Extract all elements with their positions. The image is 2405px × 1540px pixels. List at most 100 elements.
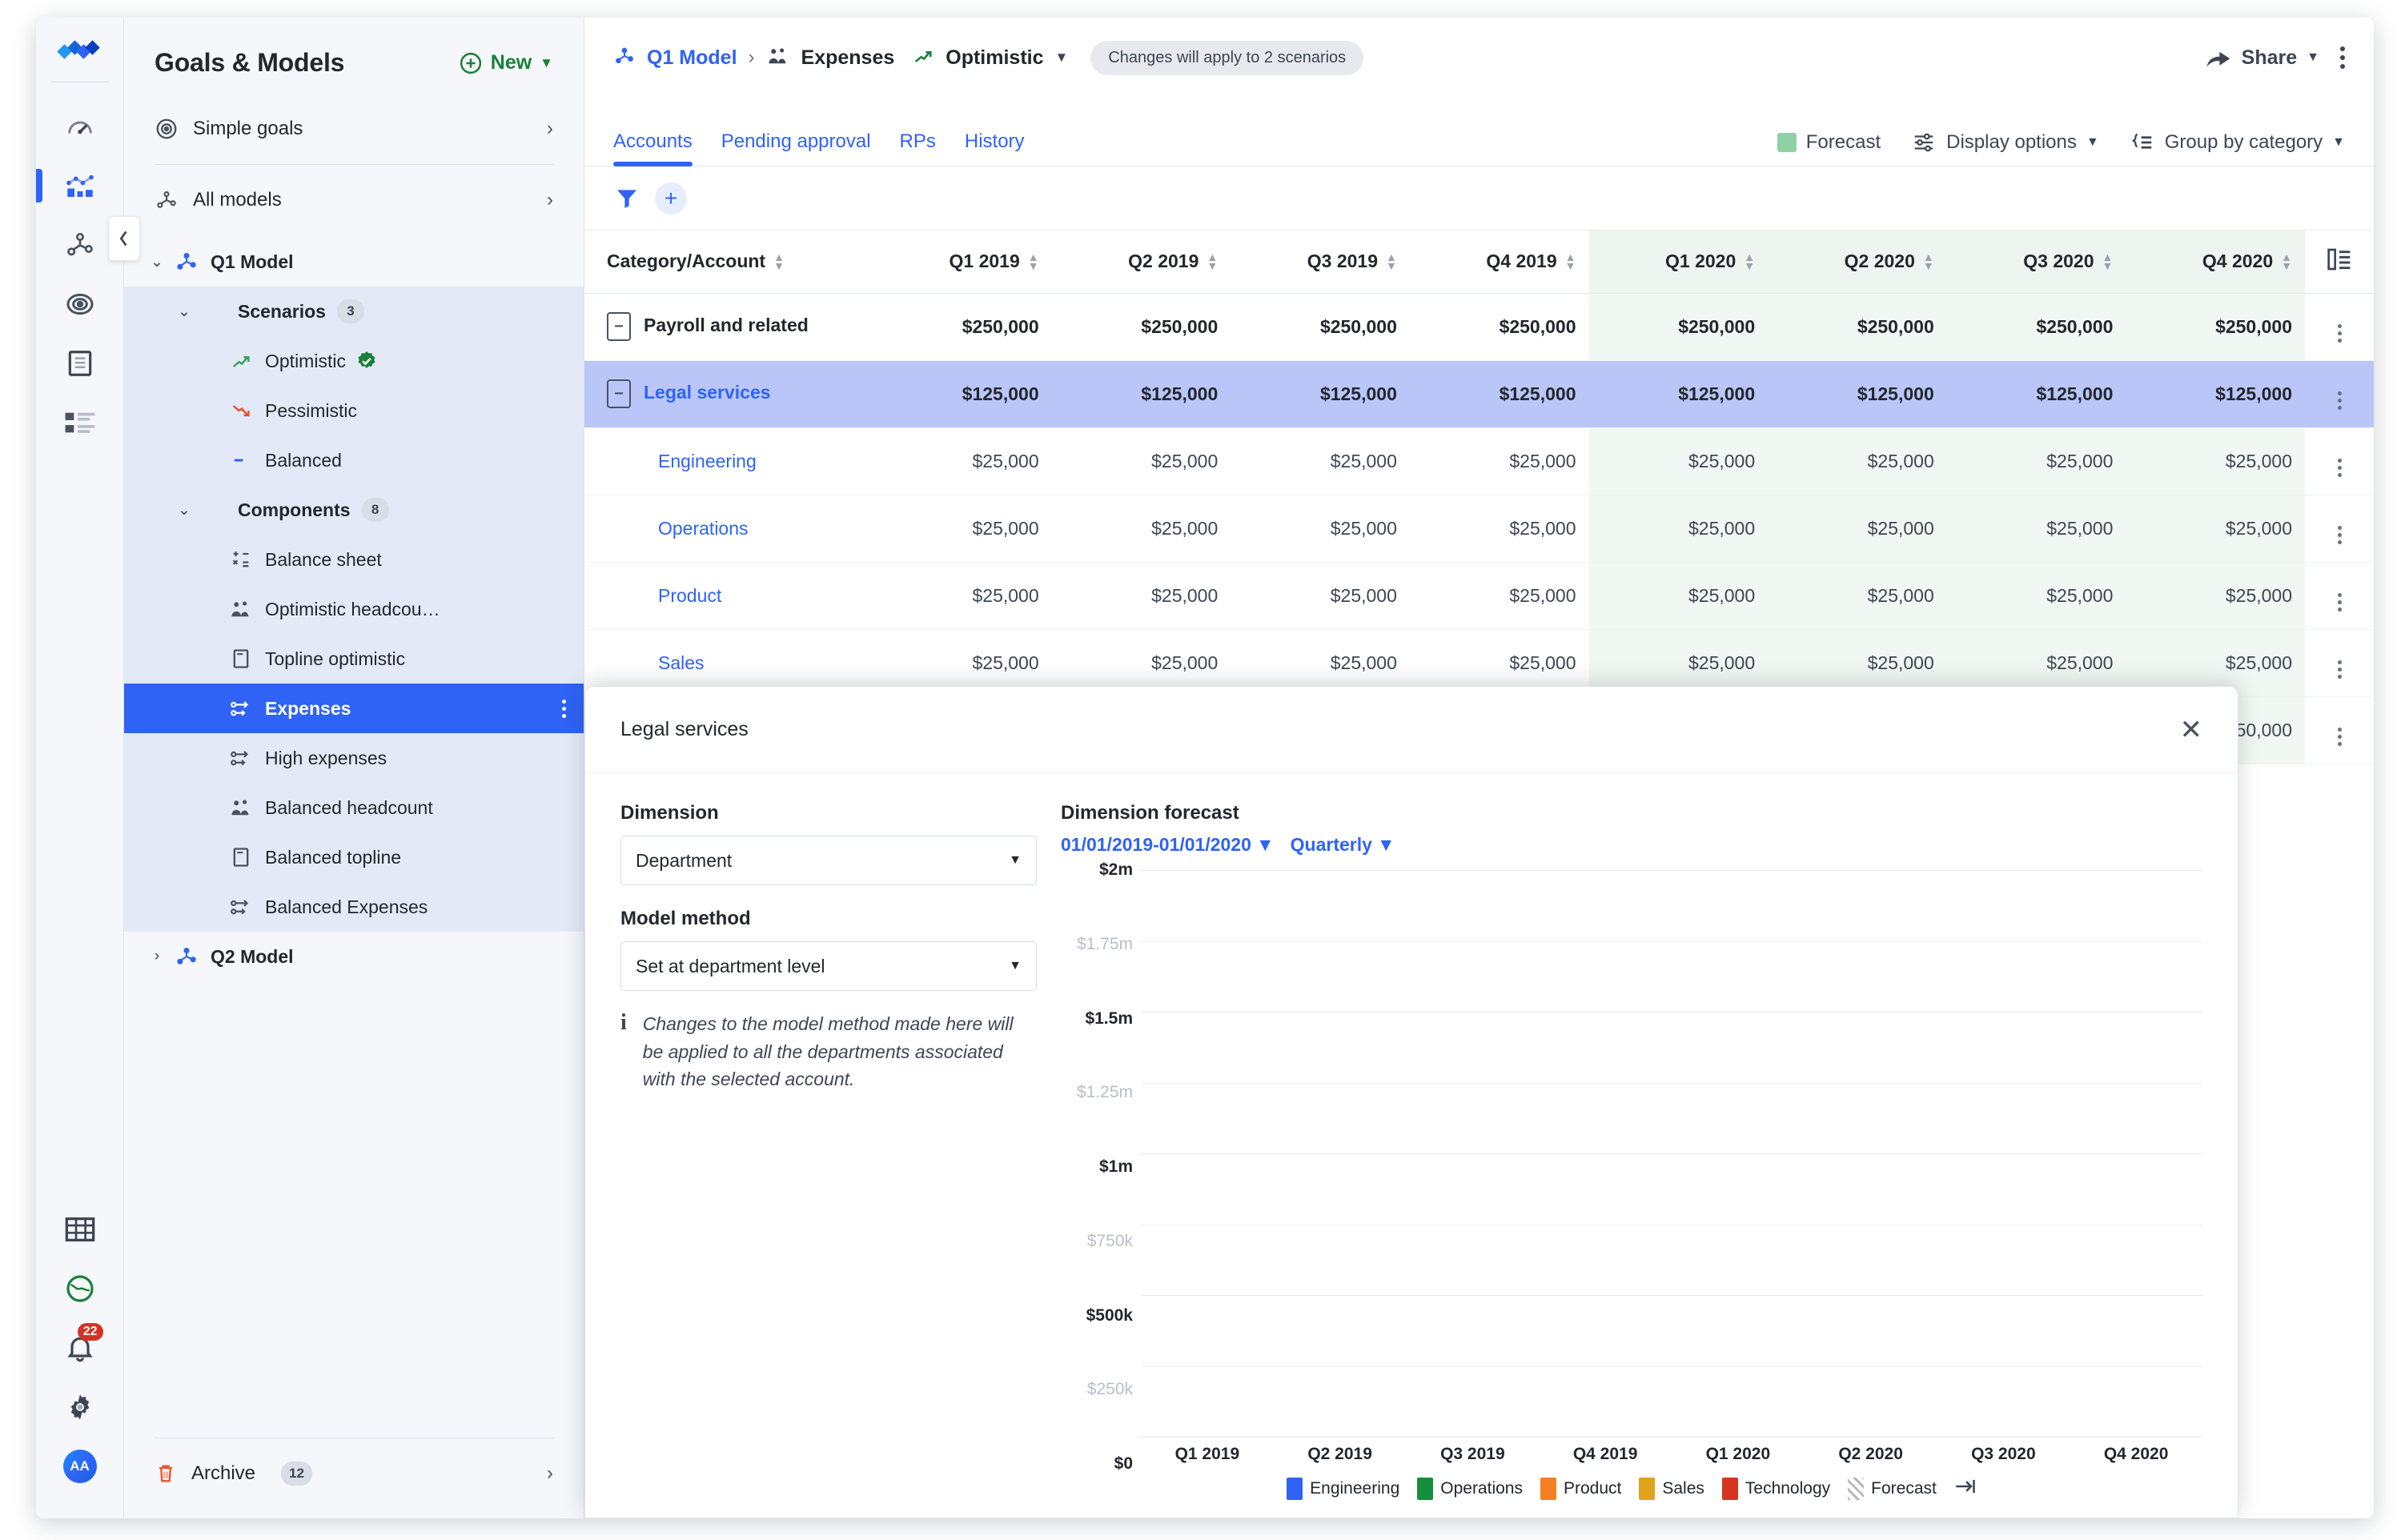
row-menu-button[interactable]	[2305, 293, 2374, 360]
table-row[interactable]: Product$25,000$25,000$25,000$25,000$25,0…	[584, 562, 2374, 629]
tree-item-balanced-expenses[interactable]: Balanced Expenses	[124, 882, 584, 932]
spreadsheet-icon[interactable]	[50, 1200, 110, 1259]
new-button[interactable]: New ▼	[459, 51, 553, 75]
sort-toggle-icon[interactable]: ▲▼	[1386, 254, 1397, 270]
cell-value[interactable]: $25,000	[2126, 495, 2305, 562]
row-menu-button[interactable]	[2305, 427, 2374, 495]
cell-value[interactable]: $25,000	[1947, 562, 2126, 629]
tree-item-optimistic[interactable]: Optimistic	[124, 336, 584, 386]
row-label-cell[interactable]: Product	[584, 562, 873, 629]
sort-toggle-icon[interactable]: ▲▼	[1744, 254, 1755, 270]
column-header-q3-2020[interactable]: Q3 2020▲▼	[1947, 231, 2126, 293]
tree-item-expenses[interactable]: Expenses	[124, 684, 584, 733]
column-header-q4-2020[interactable]: Q4 2020▲▼	[2126, 231, 2305, 293]
cell-value[interactable]: $250,000	[1052, 293, 1231, 360]
notifications-bell-icon[interactable]: 22	[50, 1318, 110, 1378]
sort-toggle-icon[interactable]: ▲▼	[2281, 254, 2292, 270]
tree-item-balanced-topline[interactable]: Balanced topline	[124, 832, 584, 882]
dimension-select[interactable]: Department ▼	[620, 836, 1037, 885]
cell-value[interactable]: $125,000	[2126, 360, 2305, 427]
sort-toggle-icon[interactable]: ▲▼	[1923, 254, 1934, 270]
cell-value[interactable]: $25,000	[1231, 562, 1410, 629]
cell-value[interactable]: $25,000	[1231, 427, 1410, 495]
cell-value[interactable]: $125,000	[1768, 360, 1947, 427]
legend-item-forecast[interactable]: Forecast	[1848, 1478, 1937, 1500]
legend-item-sales[interactable]: Sales	[1639, 1478, 1704, 1500]
row-label-cell[interactable]: −Legal services	[584, 360, 873, 427]
cell-value[interactable]: $25,000	[1589, 427, 1769, 495]
model-method-select[interactable]: Set at department level ▼	[620, 941, 1037, 991]
legend-item-product[interactable]: Product	[1540, 1478, 1621, 1500]
table-row[interactable]: −Payroll and related$250,000$250,000$250…	[584, 293, 2374, 360]
row-menu-button[interactable]	[2305, 562, 2374, 629]
cell-value[interactable]: $250,000	[1947, 293, 2126, 360]
legend-item-technology[interactable]: Technology	[1722, 1478, 1830, 1500]
dashboard-gauge-icon[interactable]	[50, 97, 110, 156]
column-settings-button[interactable]	[2305, 231, 2374, 293]
cell-value[interactable]: $25,000	[1410, 562, 1589, 629]
close-icon[interactable]: ✕	[2180, 716, 2203, 744]
cell-value[interactable]: $250,000	[2126, 293, 2305, 360]
column-header-q1-2020[interactable]: Q1 2020▲▼	[1589, 231, 1769, 293]
tree-item-high-expenses[interactable]: High expenses	[124, 733, 584, 783]
cell-value[interactable]: $25,000	[1410, 427, 1589, 495]
cell-value[interactable]: $125,000	[1947, 360, 2126, 427]
cell-value[interactable]: $25,000	[873, 427, 1052, 495]
sidebar-item-archive[interactable]: Archive 12 ›	[124, 1445, 584, 1502]
cell-value[interactable]: $250,000	[873, 293, 1052, 360]
row-expander-icon[interactable]: −	[607, 312, 631, 341]
tab-accounts[interactable]: Accounts	[613, 130, 693, 166]
tree-item-balanced[interactable]: Balanced	[124, 435, 584, 485]
cell-value[interactable]: $25,000	[1947, 495, 2126, 562]
table-row[interactable]: −Legal services$125,000$125,000$125,000$…	[584, 360, 2374, 427]
cell-value[interactable]: $250,000	[1589, 293, 1769, 360]
breadcrumb-scenario[interactable]: Optimistic	[946, 46, 1043, 70]
cell-value[interactable]: $25,000	[1231, 495, 1410, 562]
row-menu-button[interactable]	[2305, 360, 2374, 427]
cell-value[interactable]: $25,000	[873, 495, 1052, 562]
tree-item-scenarios[interactable]: ⌄Scenarios3	[124, 287, 584, 336]
cell-value[interactable]: $125,000	[873, 360, 1052, 427]
column-header-q2-2019[interactable]: Q2 2019▲▼	[1052, 231, 1231, 293]
cell-value[interactable]: $25,000	[2126, 562, 2305, 629]
chevron-right-icon[interactable]: ›	[143, 948, 171, 965]
reports-document-icon[interactable]	[50, 334, 110, 393]
goals-target-icon[interactable]	[50, 275, 110, 334]
tree-item-optimistic-headcou[interactable]: Optimistic headcou…	[124, 584, 584, 634]
cell-value[interactable]: $125,000	[1589, 360, 1769, 427]
globe-icon[interactable]	[50, 1259, 110, 1318]
share-button[interactable]: Share ▼	[2205, 46, 2319, 70]
display-options-button[interactable]: Display options ▼	[1911, 130, 2099, 154]
cell-value[interactable]: $25,000	[1410, 495, 1589, 562]
legend-item-operations[interactable]: Operations	[1417, 1478, 1523, 1500]
sort-toggle-icon[interactable]: ▲▼	[1207, 254, 1218, 270]
sidebar-item-all-models[interactable]: All models ›	[124, 171, 584, 229]
tree-item-topline-optimistic[interactable]: Topline optimistic	[124, 634, 584, 684]
column-header-category-account[interactable]: Category/Account▲▼	[584, 231, 873, 293]
chevron-down-icon[interactable]: ⌄	[143, 253, 171, 271]
cell-value[interactable]: $25,000	[1589, 495, 1769, 562]
table-row[interactable]: Operations$25,000$25,000$25,000$25,000$2…	[584, 495, 2374, 562]
scenario-chevron-down-icon[interactable]: ▼	[1055, 50, 1069, 66]
cell-value[interactable]: $125,000	[1410, 360, 1589, 427]
cell-value[interactable]: $25,000	[873, 562, 1052, 629]
column-header-q3-2019[interactable]: Q3 2019▲▼	[1231, 231, 1410, 293]
models-network-icon[interactable]	[50, 215, 110, 275]
collapse-panel-button[interactable]	[108, 216, 140, 261]
chevron-down-icon[interactable]: ⌄	[171, 303, 198, 321]
breadcrumb-q1-model[interactable]: Q1 Model	[647, 46, 737, 70]
granularity-selector[interactable]: Quarterly▼	[1291, 834, 1395, 856]
list-view-icon[interactable]	[50, 393, 110, 452]
sort-toggle-icon[interactable]: ▲▼	[1565, 254, 1576, 270]
tree-item-pessimistic[interactable]: Pessimistic	[124, 386, 584, 435]
legend-item-engineering[interactable]: Engineering	[1287, 1478, 1399, 1500]
filter-icon[interactable]	[613, 186, 640, 211]
row-menu-button[interactable]	[2305, 629, 2374, 696]
row-menu-button[interactable]	[2305, 696, 2374, 764]
cell-value[interactable]: $25,000	[1589, 562, 1769, 629]
cell-value[interactable]: $25,000	[2126, 427, 2305, 495]
date-range-selector[interactable]: 01/01/2019-01/01/2020▼	[1061, 834, 1275, 856]
column-header-q4-2019[interactable]: Q4 2019▲▼	[1410, 231, 1589, 293]
cell-value[interactable]: $25,000	[1768, 495, 1947, 562]
add-filter-button[interactable]: +	[655, 182, 687, 215]
